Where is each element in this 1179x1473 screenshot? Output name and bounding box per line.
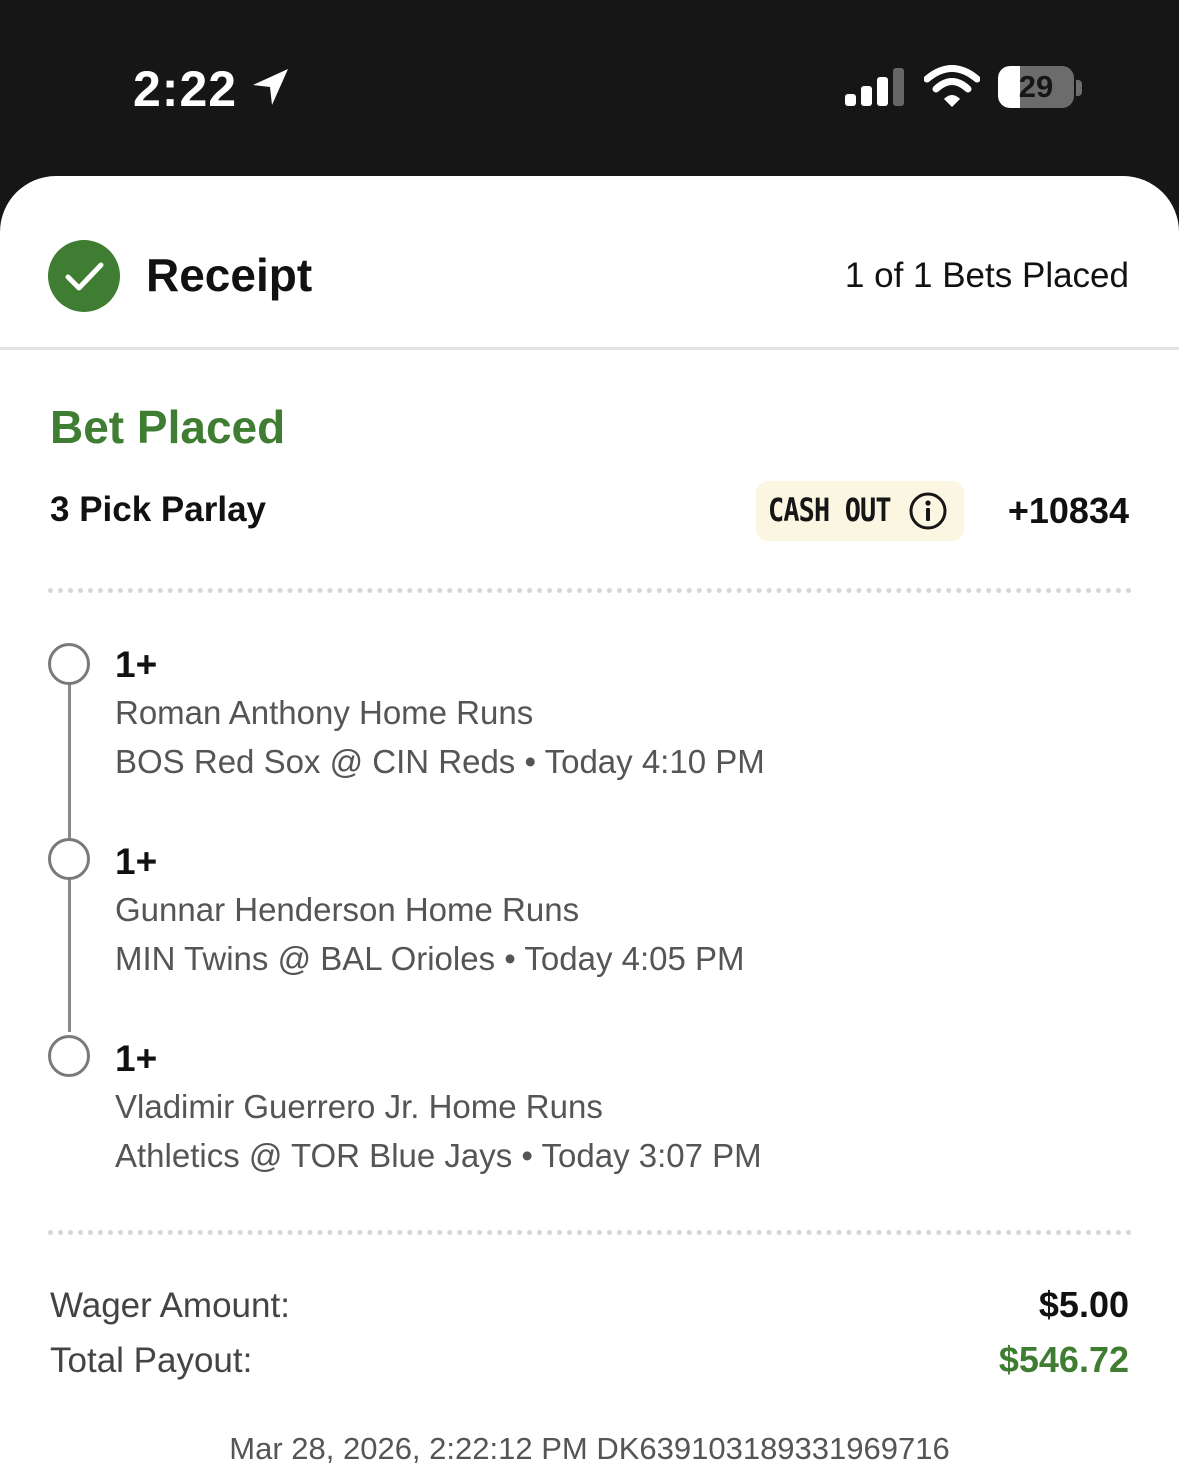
leg-game: MIN Twins @ BAL Orioles • Today 4:05 PM xyxy=(115,940,745,977)
receipt-footer: Mar 28, 2026, 2:22:12 PM DK6391031893319… xyxy=(229,1431,950,1466)
location-arrow-icon xyxy=(253,69,288,105)
leg-status-circle xyxy=(48,1035,90,1077)
receipt-header: Receipt 1 of 1 Bets Placed xyxy=(0,176,1179,350)
leg-value: 1+ xyxy=(115,644,158,685)
leg-market: Gunnar Henderson Home Runs xyxy=(115,891,580,928)
status-time: 2:22 xyxy=(133,61,238,117)
leg-value: 1+ xyxy=(115,1038,158,1079)
parlay-odds: +10834 xyxy=(1007,490,1129,531)
bet-type: 3 Pick Parlay xyxy=(50,490,266,529)
battery-icon: 29 xyxy=(998,66,1082,110)
leg-market: Vladimir Guerrero Jr. Home Runs xyxy=(115,1088,603,1125)
wifi-icon xyxy=(924,65,980,107)
divider xyxy=(48,588,1132,593)
wager-value: $5.00 xyxy=(1038,1284,1129,1325)
leg-status-circle xyxy=(48,838,90,880)
cash-out-badge[interactable]: CASH OUT xyxy=(756,481,964,541)
payout-label: Total Payout: xyxy=(50,1341,253,1380)
leg-value: 1+ xyxy=(115,841,158,882)
cash-out-label: CASH OUT xyxy=(768,491,892,529)
info-icon[interactable] xyxy=(908,491,948,531)
page-title: Receipt xyxy=(146,249,313,301)
payout-value: $546.72 xyxy=(998,1339,1129,1380)
battery-percentage: 29 xyxy=(1018,69,1054,104)
divider xyxy=(48,1230,1132,1235)
leg-game: BOS Red Sox @ CIN Reds • Today 4:10 PM xyxy=(115,743,765,780)
checkmark-icon xyxy=(48,240,120,312)
status-bar: 2:22 29 xyxy=(0,0,1179,180)
wager-label: Wager Amount: xyxy=(50,1286,290,1325)
receipt-sheet: Receipt 1 of 1 Bets Placed Bet Placed 3 … xyxy=(0,176,1179,1473)
bets-placed-count: 1 of 1 Bets Placed xyxy=(844,256,1129,295)
cellular-signal-icon xyxy=(845,68,904,106)
leg-status-circle xyxy=(48,643,90,685)
leg-game: Athletics @ TOR Blue Jays • Today 3:07 P… xyxy=(115,1137,762,1174)
bet-status: Bet Placed xyxy=(50,401,286,453)
leg-market: Roman Anthony Home Runs xyxy=(115,694,534,731)
